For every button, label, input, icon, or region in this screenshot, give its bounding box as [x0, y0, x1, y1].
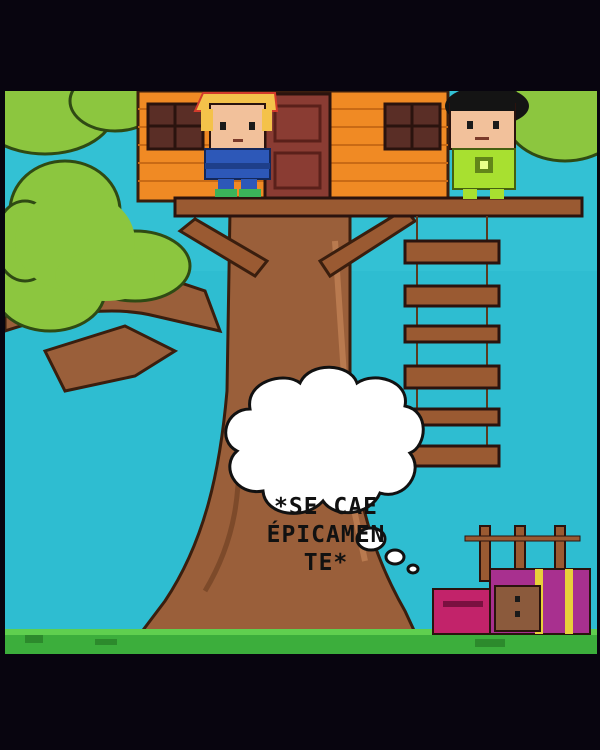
thought-bubble-text: *SE CAE ÉPICAMEN TE*	[241, 493, 411, 577]
comic-panel: *SE CAE ÉPICAMEN TE*	[5, 91, 597, 654]
thought-line-3: TE*	[303, 550, 349, 576]
thought-line-1: *SE CAE	[274, 494, 378, 520]
tree-house-platform	[173, 196, 584, 218]
thought-line-2: ÉPICAMEN	[266, 522, 386, 548]
